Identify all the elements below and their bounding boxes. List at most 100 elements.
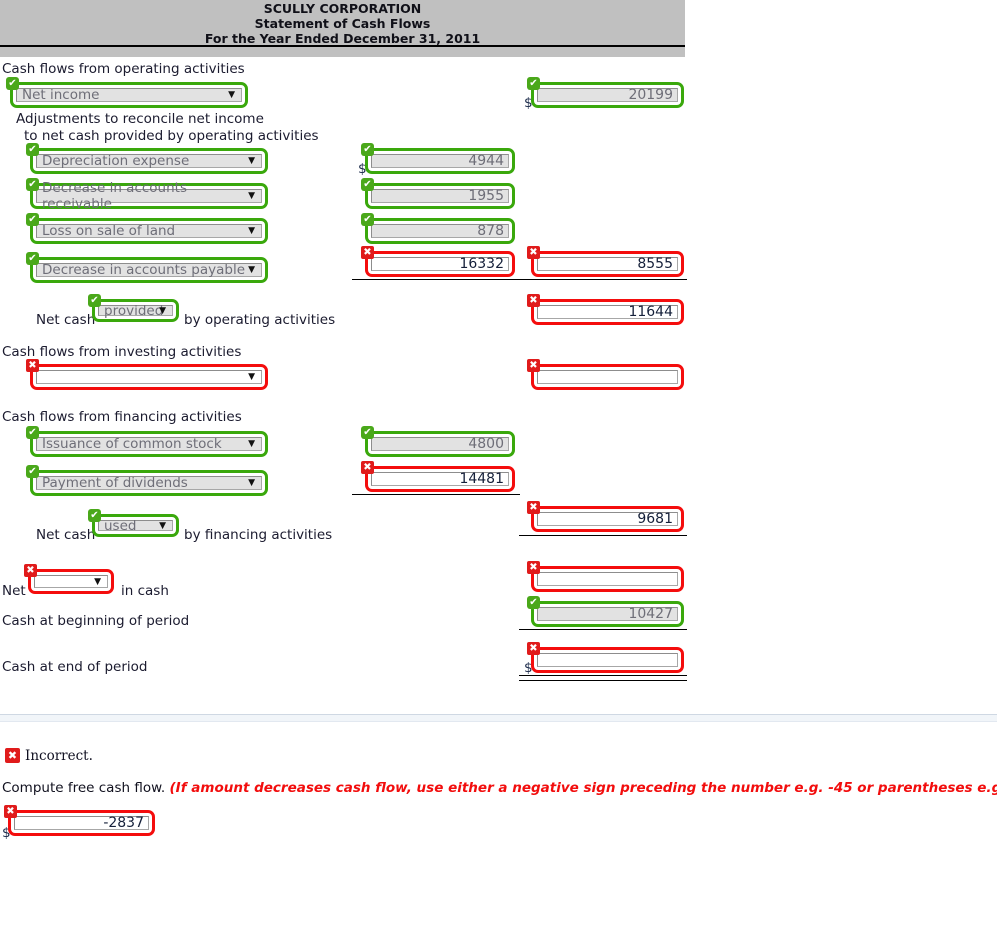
loss-on-sale-select[interactable]: Loss on sale of land ▼ [36,223,262,239]
operating-total-amount-wrap[interactable]: ✖ 8555 [527,246,684,277]
accounts-payable-select-value: Decrease in accounts payable [42,262,246,278]
net-cash-operating-select-value: provided [104,302,164,319]
incorrect-x-icon: ✖ [527,642,540,655]
header-rule [0,45,685,47]
correct-check-icon: ✔ [26,426,39,439]
net-income-amount-wrap[interactable]: ✔ 20199 [527,77,684,108]
net-change-amount-input[interactable] [537,572,678,586]
correct-check-icon: ✔ [26,143,39,156]
depreciation-amount-input[interactable]: 4944 [371,153,509,169]
net-income-amount-input[interactable]: 20199 [537,87,678,103]
correct-check-icon: ✔ [361,143,374,156]
statement-title: Statement of Cash Flows [254,16,431,31]
correct-check-icon: ✔ [88,294,101,307]
chevron-down-icon: ▼ [159,520,166,531]
cash-end-amount-input[interactable] [537,653,678,667]
net-cash-financing-select[interactable]: used ▼ [98,517,173,534]
company-name: SCULLY CORPORATION [263,1,422,16]
free-cash-flow-answer-input[interactable]: -2837 [14,815,149,831]
incorrect-x-icon: ✖ [361,461,374,474]
chevron-down-icon: ▼ [248,156,255,166]
net-income-select-wrap[interactable]: ✔ Net income ▼ [6,77,248,108]
net-cash-operating-select-wrap[interactable]: ✔ provided ▼ [88,294,179,322]
depreciation-select[interactable]: Depreciation expense ▼ [36,153,262,169]
accounts-payable-amount-wrap[interactable]: ✖ 16332 [361,246,515,277]
loss-on-sale-amount-input[interactable]: 878 [371,223,509,239]
question-prompt-row: Compute free cash flow. (If amount decre… [2,780,997,796]
depreciation-select-wrap[interactable]: ✔ Depreciation expense ▼ [26,143,268,174]
cash-end-label: Cash at end of period [2,659,148,675]
feedback-text: Incorrect. [25,748,93,764]
free-cash-flow-answer-wrap[interactable]: ✖ -2837 [4,805,155,836]
chevron-down-icon: ▼ [248,191,255,201]
chevron-down-icon: ▼ [248,226,255,236]
net-income-select[interactable]: Net income ▼ [16,87,242,103]
net-cash-operating-amount-wrap[interactable]: ✖ 11644 [527,294,684,325]
payment-dividends-amount-input[interactable]: 14481 [371,471,509,487]
net-cash-financing-amount-wrap[interactable]: ✖ 9681 [527,501,684,532]
accounts-payable-select[interactable]: Decrease in accounts payable ▼ [36,262,262,278]
issuance-stock-amount-wrap[interactable]: ✔ 4800 [361,426,515,457]
net-change-select-wrap[interactable]: ✖ ▼ [24,564,114,594]
net-cash-financing-select-wrap[interactable]: ✔ used ▼ [88,509,179,537]
accounts-receivable-amount-input[interactable]: 1955 [371,188,509,204]
depreciation-amount-wrap[interactable]: ✔ 4944 [361,143,515,174]
chevron-down-icon: ▼ [248,439,255,449]
net-change-suffix: in cash [121,583,169,599]
accounts-payable-amount-input[interactable]: 16332 [371,256,509,272]
cash-beginning-rule [519,629,687,630]
cash-end-amount-wrap[interactable]: ✖ [527,642,684,673]
net-change-amount-wrap[interactable]: ✖ [527,561,684,592]
net-cash-financing-select-value: used [104,517,137,534]
correct-check-icon: ✔ [88,509,101,522]
loss-on-sale-amount-wrap[interactable]: ✔ 878 [361,213,515,244]
loss-on-sale-select-wrap[interactable]: ✔ Loss on sale of land ▼ [26,213,268,244]
statement-header: SCULLY CORPORATION Statement of Cash Flo… [0,0,685,57]
financing-total-rule [519,535,687,536]
payment-dividends-select-wrap[interactable]: ✔ Payment of dividends ▼ [26,465,268,496]
cash-beginning-label: Cash at beginning of period [2,613,190,629]
correct-check-icon: ✔ [527,596,540,609]
accounts-receivable-select[interactable]: Decrease in accounts receivable ▼ [36,180,262,212]
cash-beginning-amount-input[interactable]: 10427 [537,606,678,622]
investing-select-wrap[interactable]: ✖ ▼ [26,359,268,390]
incorrect-x-icon: ✖ [527,359,540,372]
payment-dividends-amount-wrap[interactable]: ✖ 14481 [361,461,515,492]
accounts-receivable-amount-wrap[interactable]: ✔ 1955 [361,178,515,209]
incorrect-x-icon: ✖ [26,359,39,372]
net-cash-financing-suffix: by financing activities [184,527,333,543]
accounts-payable-select-wrap[interactable]: ✔ Decrease in accounts payable ▼ [26,252,268,283]
net-change-select[interactable]: ▼ [34,575,108,588]
investing-amount-wrap[interactable]: ✖ [527,359,684,390]
net-cash-operating-suffix: by operating activities [184,312,336,328]
net-cash-operating-prefix: Net cash [36,312,96,328]
correct-check-icon: ✔ [26,213,39,226]
correct-check-icon: ✔ [26,252,39,265]
correct-check-icon: ✔ [26,178,39,191]
cash-beginning-amount-wrap[interactable]: ✔ 10427 [527,596,684,627]
financing-activities-label: Cash flows from financing activities [2,409,242,425]
accounts-receivable-select-wrap[interactable]: ✔ Decrease in accounts receivable ▼ [26,178,268,212]
net-cash-operating-amount-input[interactable]: 11644 [537,304,678,320]
investing-select[interactable]: ▼ [36,370,262,384]
issuance-stock-select-wrap[interactable]: ✔ Issuance of common stock ▼ [26,426,268,457]
payment-dividends-select[interactable]: Payment of dividends ▼ [36,475,262,491]
correct-check-icon: ✔ [361,213,374,226]
correct-check-icon: ✔ [527,77,540,90]
investing-amount-input[interactable] [537,370,678,384]
operating-total-amount-input[interactable]: 8555 [537,256,678,272]
net-cash-financing-prefix: Net cash [36,527,96,543]
question-hint: (If amount decreases cash flow, use eith… [169,780,997,796]
correct-check-icon: ✔ [6,77,19,90]
adjustments-line-2: to net cash provided by operating activi… [24,128,319,144]
issuance-stock-select[interactable]: Issuance of common stock ▼ [36,436,262,452]
net-cash-financing-amount-input[interactable]: 9681 [537,511,678,527]
net-income-select-value: Net income [22,87,100,103]
correct-check-icon: ✔ [26,465,39,478]
net-cash-operating-select[interactable]: provided ▼ [98,302,173,319]
issuance-stock-select-value: Issuance of common stock [42,436,222,452]
section-divider [0,714,997,722]
issuance-stock-amount-input[interactable]: 4800 [371,436,509,452]
incorrect-x-icon: ✖ [527,294,540,307]
operating-activities-label: Cash flows from operating activities [2,61,245,77]
